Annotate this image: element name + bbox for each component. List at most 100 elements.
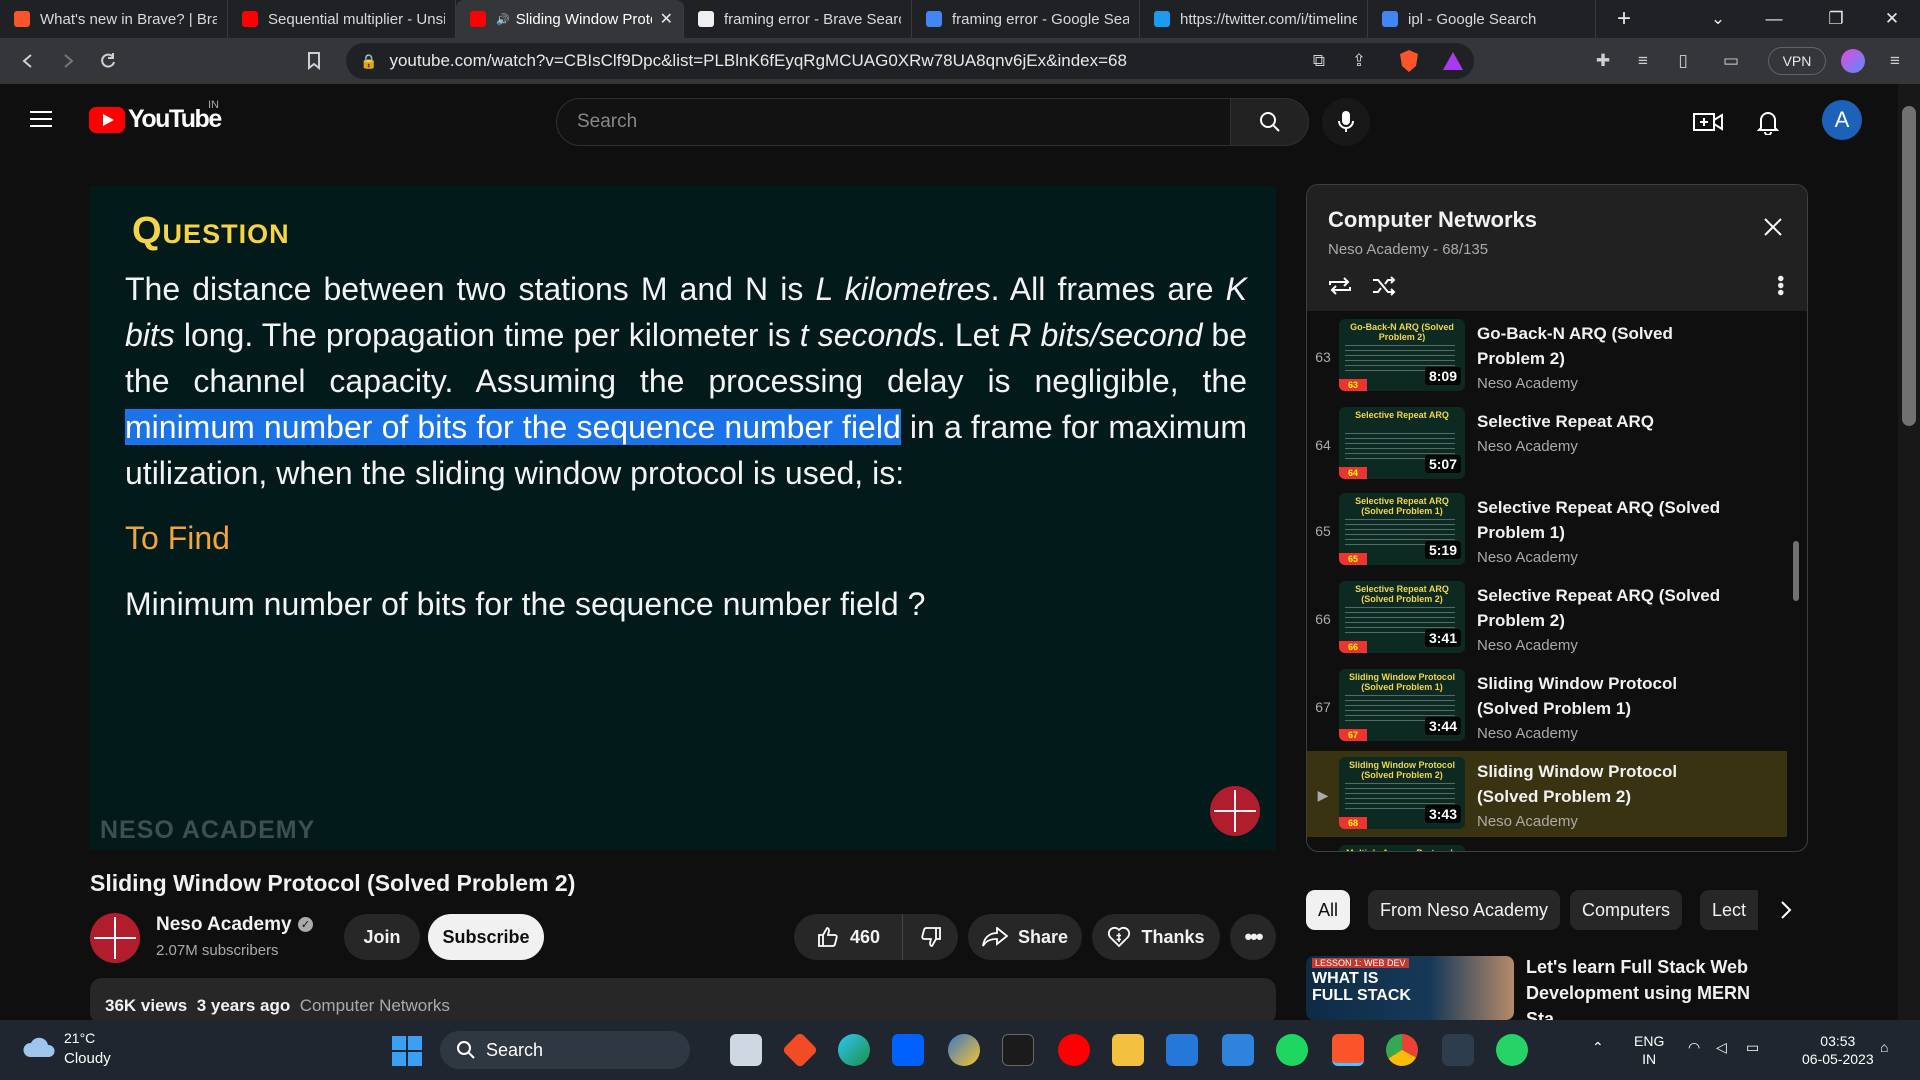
start-button[interactable]: [392, 1036, 422, 1066]
task-view-icon[interactable]: [730, 1034, 762, 1066]
close-window-button[interactable]: ✕: [1864, 0, 1920, 38]
playlist-item-thumbnail[interactable]: Sliding Window Protocol (Solved Problem …: [1339, 669, 1465, 741]
playlist-item[interactable]: 63 Go-Back-N ARQ (Solved Problem 2) 63 8:09…: [1307, 313, 1787, 399]
playlist-scrollbar[interactable]: [1793, 541, 1799, 601]
browser-menu-icon[interactable]: ≡: [1880, 46, 1910, 76]
playlist-item[interactable]: 67 Sliding Window Protocol (Solved Proble…: [1307, 663, 1787, 749]
taskbar-search[interactable]: Search: [440, 1031, 690, 1069]
voice-search-button[interactable]: [1322, 98, 1370, 146]
filter-chip[interactable]: All: [1306, 890, 1351, 930]
video-player[interactable]: Question The distance between two statio…: [90, 186, 1276, 850]
guide-menu-button[interactable]: [30, 104, 60, 134]
vpn-button[interactable]: VPN: [1768, 47, 1826, 75]
subscribe-button[interactable]: Subscribe: [428, 914, 544, 960]
search-button[interactable]: [1231, 98, 1309, 146]
channel-name[interactable]: Neso Academy: [156, 914, 292, 936]
volume-icon[interactable]: ◁: [1716, 1038, 1727, 1056]
search-input[interactable]: Search: [556, 98, 1231, 146]
share-button[interactable]: Share: [968, 914, 1082, 960]
spotify-icon[interactable]: [1276, 1034, 1308, 1066]
close-playlist-button[interactable]: [1759, 213, 1787, 241]
playlist-item-thumbnail[interactable]: Selective Repeat ARQ 64 5:07: [1339, 407, 1465, 479]
weather-condition[interactable]: Cloudy: [64, 1050, 111, 1067]
create-video-button[interactable]: [1690, 104, 1726, 140]
brave-taskbar-icon[interactable]: [1332, 1034, 1364, 1066]
playlist-item-thumbnail[interactable]: Go-Back-N ARQ (Solved Problem 2) 63 8:09: [1339, 319, 1465, 391]
filter-chip[interactable]: Lect: [1700, 890, 1758, 930]
back-button[interactable]: [8, 43, 48, 79]
playlist-item[interactable]: ▶ Sliding Window Protocol (Solved Problem…: [1307, 751, 1787, 837]
new-tab-button[interactable]: +: [1604, 0, 1644, 38]
browser-tab[interactable]: ipl - Google Search: [1368, 0, 1596, 38]
brave-shields-icon[interactable]: [1394, 46, 1424, 76]
shuffle-playlist-button[interactable]: [1369, 271, 1399, 301]
whatsapp-icon[interactable]: [1496, 1034, 1528, 1066]
description-box[interactable]: 36K views 3 years ago Computer Networks: [90, 978, 1276, 1024]
open-in-app-icon[interactable]: ⧉: [1304, 46, 1334, 76]
playlist-item[interactable]: Multiple Access Protocols Multiple Access…: [1307, 839, 1787, 851]
tray-overflow-icon[interactable]: ⌃: [1592, 1038, 1604, 1056]
filter-chip[interactable]: Computers: [1570, 890, 1683, 930]
extensions-icon[interactable]: ✚: [1588, 46, 1618, 76]
wifi-icon[interactable]: ◠: [1688, 1038, 1700, 1056]
language-indicator[interactable]: ENG IN: [1634, 1032, 1664, 1068]
playlist-item-thumbnail[interactable]: Sliding Window Protocol (Solved Problem …: [1339, 757, 1465, 829]
account-avatar[interactable]: A: [1822, 100, 1862, 140]
playlist-item-thumbnail[interactable]: Selective Repeat ARQ (Solved Problem 1) 6…: [1339, 493, 1465, 565]
filter-chip[interactable]: From Neso Academy: [1368, 890, 1561, 930]
recommended-video-thumbnail[interactable]: LESSON 1: WEB DEV WHAT IS FULL STACK: [1306, 956, 1514, 1020]
bookmark-button[interactable]: [294, 43, 334, 79]
sidebar-toggle-icon[interactable]: ▯: [1668, 46, 1698, 76]
forward-button[interactable]: [48, 43, 88, 79]
browser-tab[interactable]: Sequential multiplier - Unsi: [228, 0, 456, 38]
browser-tab[interactable]: framing error - Google Search: [912, 0, 1140, 38]
battery-icon[interactable]: ▭: [1746, 1038, 1759, 1056]
playlist-item[interactable]: 65 Selective Repeat ARQ (Solved Problem 1…: [1307, 487, 1787, 573]
youtube-music-icon[interactable]: [1058, 1034, 1090, 1066]
dislike-button[interactable]: [902, 914, 958, 960]
chrome-icon[interactable]: [1386, 1034, 1418, 1066]
playlist-item[interactable]: 66 Selective Repeat ARQ (Solved Problem 2…: [1307, 575, 1787, 661]
git-app-icon[interactable]: [781, 1031, 819, 1069]
playlist-icon[interactable]: ≡: [1628, 46, 1658, 76]
browser-tab[interactable]: 🔊 Sliding Window Protocol ✕: [456, 0, 684, 38]
dropbox-icon[interactable]: [892, 1034, 924, 1066]
playlist-item[interactable]: 64 Selective Repeat ARQ 64 5:07 Selective Re…: [1307, 401, 1787, 487]
browser-tab[interactable]: What's new in Brave? | Brave: [0, 0, 228, 38]
youtube-logo[interactable]: YouTube: [89, 105, 222, 134]
tab-audio-icon[interactable]: 🔊: [496, 13, 510, 26]
profile-avatar-icon[interactable]: [1838, 46, 1868, 76]
reload-button[interactable]: [88, 43, 128, 79]
thanks-button[interactable]: Thanks: [1092, 914, 1220, 960]
file-explorer-icon[interactable]: [1112, 1034, 1144, 1066]
clock[interactable]: 03:53 06-05-2023: [1802, 1032, 1874, 1068]
playlist-item-thumbnail[interactable]: Selective Repeat ARQ (Solved Problem 2) 6…: [1339, 581, 1465, 653]
more-actions-button[interactable]: •••: [1230, 914, 1276, 960]
weather-temperature[interactable]: 21°C: [64, 1030, 95, 1046]
tab-search-button[interactable]: ⌄: [1690, 0, 1746, 38]
mysql-icon[interactable]: [1002, 1034, 1034, 1066]
playlist-menu-button[interactable]: •••: [1765, 271, 1795, 301]
microsoft-store-icon[interactable]: [1166, 1034, 1198, 1066]
minimize-button[interactable]: —: [1746, 0, 1802, 38]
page-scrollbar-thumb[interactable]: [1902, 106, 1916, 426]
mail-icon[interactable]: [1222, 1034, 1254, 1066]
tab-close-icon[interactable]: ✕: [660, 9, 673, 29]
notifications-button[interactable]: [1750, 104, 1786, 140]
join-button[interactable]: Join: [344, 914, 420, 960]
python-icon[interactable]: [948, 1034, 980, 1066]
playlist-item-thumbnail[interactable]: Multiple Access Protocols: [1339, 845, 1465, 851]
brave-rewards-icon[interactable]: [1438, 46, 1468, 76]
notification-center-icon[interactable]: ⌂: [1880, 1038, 1888, 1056]
browser-tab[interactable]: https://twitter.com/i/timeline: [1140, 0, 1368, 38]
playlist-title[interactable]: Computer Networks: [1328, 207, 1537, 233]
edge-icon[interactable]: [838, 1034, 870, 1066]
video-category[interactable]: Computer Networks: [300, 996, 450, 1015]
page-scrollbar[interactable]: [1898, 84, 1920, 1020]
vim-icon[interactable]: [1442, 1034, 1474, 1066]
chips-next-button[interactable]: [1766, 890, 1806, 930]
browser-tab[interactable]: framing error - Brave Search: [684, 0, 912, 38]
wallet-icon[interactable]: ▭: [1716, 46, 1746, 76]
like-button[interactable]: 460: [794, 914, 902, 960]
loop-playlist-button[interactable]: [1325, 271, 1355, 301]
